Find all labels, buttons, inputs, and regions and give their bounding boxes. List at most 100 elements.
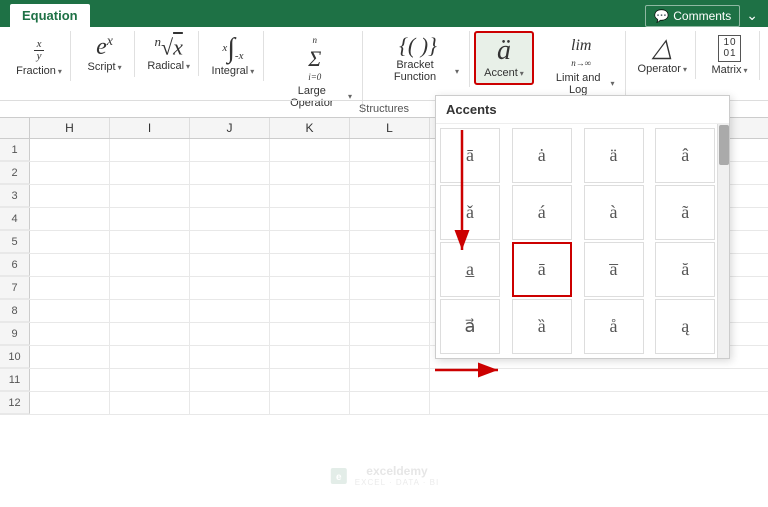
cell-k10[interactable] bbox=[270, 346, 350, 368]
cell-k3[interactable] bbox=[270, 185, 350, 207]
matrix-button[interactable]: 10 01 Matrix ▾ bbox=[708, 33, 752, 78]
cell-j4[interactable] bbox=[190, 208, 270, 230]
cell-j3[interactable] bbox=[190, 185, 270, 207]
accent-item-4-4[interactable]: ą bbox=[655, 299, 715, 354]
cell-i4[interactable] bbox=[110, 208, 190, 230]
cell-l5[interactable] bbox=[350, 231, 430, 253]
cell-i11[interactable] bbox=[110, 369, 190, 391]
cell-h9[interactable] bbox=[30, 323, 110, 345]
accent-item-4-2[interactable]: ȁ bbox=[512, 299, 572, 354]
fraction-button[interactable]: x y Fraction ▾ bbox=[12, 33, 66, 79]
script-button[interactable]: ex Script ▾ bbox=[83, 33, 125, 75]
accent-sym: ą bbox=[681, 316, 689, 337]
accent-item-3-3[interactable]: a̅ bbox=[584, 242, 644, 297]
cell-k4[interactable] bbox=[270, 208, 350, 230]
cell-k2[interactable] bbox=[270, 162, 350, 184]
accent-item-1-4[interactable]: â bbox=[655, 128, 715, 183]
cell-l7[interactable] bbox=[350, 277, 430, 299]
script-icon: ex bbox=[96, 35, 113, 59]
accent-item-2-3[interactable]: à bbox=[584, 185, 644, 240]
watermark-tagline: EXCEL · DATA · BI bbox=[355, 478, 439, 487]
cell-h12[interactable] bbox=[30, 392, 110, 414]
cell-i2[interactable] bbox=[110, 162, 190, 184]
cell-h6[interactable] bbox=[30, 254, 110, 276]
cell-h5[interactable] bbox=[30, 231, 110, 253]
accent-item-3-4[interactable]: ă bbox=[655, 242, 715, 297]
cell-k7[interactable] bbox=[270, 277, 350, 299]
cell-l8[interactable] bbox=[350, 300, 430, 322]
cell-l11[interactable] bbox=[350, 369, 430, 391]
cell-k8[interactable] bbox=[270, 300, 350, 322]
dropdown-scrollbar[interactable] bbox=[717, 124, 729, 358]
equation-tab[interactable]: Equation bbox=[10, 4, 90, 27]
cell-h8[interactable] bbox=[30, 300, 110, 322]
accent-item-4-1[interactable]: a⃗ bbox=[440, 299, 500, 354]
cell-j6[interactable] bbox=[190, 254, 270, 276]
bracket-label: Bracket Function ▾ bbox=[377, 59, 459, 83]
cell-i3[interactable] bbox=[110, 185, 190, 207]
cell-l4[interactable] bbox=[350, 208, 430, 230]
cell-k11[interactable] bbox=[270, 369, 350, 391]
bracket-button[interactable]: {( )} Bracket Function ▾ bbox=[373, 33, 463, 85]
cell-k9[interactable] bbox=[270, 323, 350, 345]
accent-item-3-1[interactable]: a̲ bbox=[440, 242, 500, 297]
accent-item-2-1[interactable]: ǎ bbox=[440, 185, 500, 240]
cell-h7[interactable] bbox=[30, 277, 110, 299]
cell-i7[interactable] bbox=[110, 277, 190, 299]
comments-button[interactable]: 💬 Comments bbox=[645, 5, 740, 27]
cell-l12[interactable] bbox=[350, 392, 430, 414]
col-header-h[interactable]: H bbox=[30, 118, 110, 138]
accent-button[interactable]: ä Accent ▾ bbox=[480, 35, 528, 81]
cell-j9[interactable] bbox=[190, 323, 270, 345]
cell-i5[interactable] bbox=[110, 231, 190, 253]
cell-l2[interactable] bbox=[350, 162, 430, 184]
integral-button[interactable]: x∫-x Integral ▾ bbox=[208, 33, 259, 79]
cell-l6[interactable] bbox=[350, 254, 430, 276]
cell-j5[interactable] bbox=[190, 231, 270, 253]
radical-button[interactable]: n√x Radical ▾ bbox=[143, 33, 194, 74]
cell-l3[interactable] bbox=[350, 185, 430, 207]
col-header-l[interactable]: L bbox=[350, 118, 430, 138]
limit-button[interactable]: lim n→∞ Limit and Log ▾ bbox=[544, 33, 619, 98]
col-header-j[interactable]: J bbox=[190, 118, 270, 138]
cell-j12[interactable] bbox=[190, 392, 270, 414]
cell-i8[interactable] bbox=[110, 300, 190, 322]
accent-item-2-2[interactable]: á bbox=[512, 185, 572, 240]
cell-k1[interactable] bbox=[270, 139, 350, 161]
cell-h3[interactable] bbox=[30, 185, 110, 207]
cell-l1[interactable] bbox=[350, 139, 430, 161]
accent-item-2-4[interactable]: ã bbox=[655, 185, 715, 240]
cell-j10[interactable] bbox=[190, 346, 270, 368]
ribbon-tab-bar: Equation 💬 Comments ⌄ bbox=[0, 0, 768, 27]
accent-item-4-3[interactable]: å bbox=[584, 299, 644, 354]
cell-h11[interactable] bbox=[30, 369, 110, 391]
accent-item-1-1[interactable]: ā bbox=[440, 128, 500, 183]
cell-i10[interactable] bbox=[110, 346, 190, 368]
cell-h1[interactable] bbox=[30, 139, 110, 161]
cell-i12[interactable] bbox=[110, 392, 190, 414]
collapse-icon[interactable]: ⌄ bbox=[746, 7, 758, 24]
accent-item-1-2[interactable]: ȧ bbox=[512, 128, 572, 183]
operator-button[interactable]: △ Operator ▾ bbox=[634, 33, 691, 77]
cell-k5[interactable] bbox=[270, 231, 350, 253]
cell-l9[interactable] bbox=[350, 323, 430, 345]
col-header-i[interactable]: I bbox=[110, 118, 190, 138]
cell-k6[interactable] bbox=[270, 254, 350, 276]
cell-h10[interactable] bbox=[30, 346, 110, 368]
cell-h4[interactable] bbox=[30, 208, 110, 230]
accent-item-1-3[interactable]: ä bbox=[584, 128, 644, 183]
cell-k12[interactable] bbox=[270, 392, 350, 414]
cell-j7[interactable] bbox=[190, 277, 270, 299]
cell-j2[interactable] bbox=[190, 162, 270, 184]
col-header-k[interactable]: K bbox=[270, 118, 350, 138]
cell-j8[interactable] bbox=[190, 300, 270, 322]
cell-j1[interactable] bbox=[190, 139, 270, 161]
cell-l10[interactable] bbox=[350, 346, 430, 368]
cell-j11[interactable] bbox=[190, 369, 270, 391]
accent-item-3-2-highlighted[interactable]: ā bbox=[512, 242, 572, 297]
cell-i9[interactable] bbox=[110, 323, 190, 345]
cell-h2[interactable] bbox=[30, 162, 110, 184]
cell-i6[interactable] bbox=[110, 254, 190, 276]
accent-sym: å bbox=[610, 316, 618, 337]
cell-i1[interactable] bbox=[110, 139, 190, 161]
